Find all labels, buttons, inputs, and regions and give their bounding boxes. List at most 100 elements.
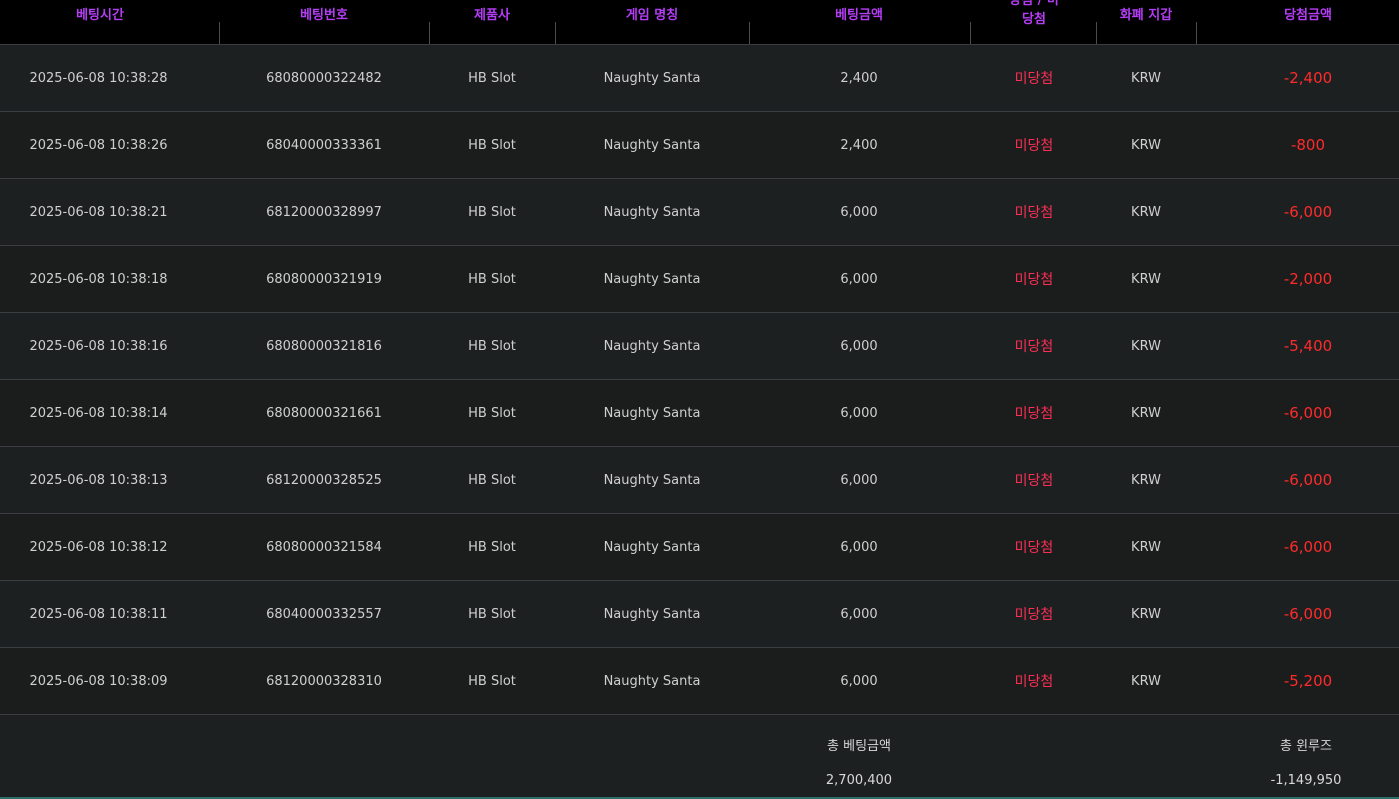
bet-id-cell: 68120000328997 [266,204,382,220]
provider-cell: HB Slot [468,606,516,622]
bet-amount-cell: 6,000 [840,673,878,689]
provider-cell: HB Slot [468,673,516,689]
win-amount-cell: -6,000 [1283,538,1333,556]
bet-id-cell: 68040000333361 [266,137,382,153]
column-header-bet-id: 베팅번호 [300,8,348,23]
game-name-cell: Naughty Santa [603,338,701,354]
bet-id-cell: 68080000322482 [266,70,382,86]
column-header-win-lose: 당첨 / 미당첨 [986,0,1082,44]
header-divider [555,22,556,44]
table-row: 2025-06-08 10:38:16 68080000321816 HB Slot… [0,313,1399,380]
bet-id-cell: 68040000332557 [266,606,382,622]
result-cell: 미당첨 [1014,674,1054,690]
bet-time-cell: 2025-06-08 10:38:11 [29,606,168,622]
result-cell: 미당첨 [1014,473,1054,489]
game-name-cell: Naughty Santa [603,539,701,555]
win-amount-cell: -800 [1290,136,1326,154]
result-cell: 미당첨 [1014,205,1054,221]
table-row: 2025-06-08 10:38:14 68080000321661 HB Slot… [0,380,1399,447]
win-amount-cell: -2,400 [1283,69,1333,87]
column-header-provider: 제품사 [474,8,510,23]
bet-id-cell: 68080000321584 [266,539,382,555]
bet-history-table: 베팅시간 베팅번호 제품사 게임 명칭 베팅금액 당첨 / 미당첨 화폐 지갑 … [0,0,1399,799]
game-name-cell: Naughty Santa [603,472,701,488]
provider-cell: HB Slot [468,204,516,220]
bet-id-cell: 68080000321661 [266,405,382,421]
provider-cell: HB Slot [468,405,516,421]
header-divider [749,22,750,44]
bet-time-cell: 2025-06-08 10:38:26 [29,137,168,153]
table-row: 2025-06-08 10:38:11 68040000332557 HB Slot… [0,581,1399,648]
win-amount-cell: -6,000 [1283,605,1333,623]
column-header-currency-wallet: 화폐 지갑 [1119,8,1173,23]
table-header: 베팅시간 베팅번호 제품사 게임 명칭 베팅금액 당첨 / 미당첨 화폐 지갑 … [0,0,1399,45]
column-header-win-lose-label: 당첨 / 미당첨 [1009,0,1059,27]
total-bet-label: 총 베팅금액 [827,739,891,754]
table-row: 2025-06-08 10:38:21 68120000328997 HB Slot… [0,179,1399,246]
currency-cell: KRW [1131,673,1161,689]
header-divider [970,22,971,44]
bet-time-cell: 2025-06-08 10:38:16 [29,338,168,354]
win-amount-cell: -6,000 [1283,203,1333,221]
header-divider [1196,22,1197,44]
result-cell: 미당첨 [1014,71,1054,87]
provider-cell: HB Slot [468,70,516,86]
currency-cell: KRW [1131,271,1161,287]
bet-time-cell: 2025-06-08 10:38:14 [29,405,168,421]
result-cell: 미당첨 [1014,607,1054,623]
win-amount-cell: -2,000 [1283,270,1333,288]
currency-cell: KRW [1131,539,1161,555]
currency-cell: KRW [1131,405,1161,421]
column-header-win-amount: 당첨금액 [1284,8,1332,23]
table-row: 2025-06-08 10:38:26 68040000333361 HB Slot… [0,112,1399,179]
bet-amount-cell: 2,400 [840,137,878,153]
win-amount-cell: -5,200 [1283,672,1333,690]
game-name-cell: Naughty Santa [603,70,701,86]
currency-cell: KRW [1131,204,1161,220]
provider-cell: HB Slot [468,338,516,354]
win-amount-cell: -6,000 [1283,404,1333,422]
bet-amount-cell: 6,000 [840,204,878,220]
game-name-cell: Naughty Santa [603,606,701,622]
table-footer: 총 베팅금액 2,700,400 총 윈루즈 -1,149,950 [0,715,1399,799]
bet-amount-cell: 6,000 [840,338,878,354]
result-cell: 미당첨 [1014,406,1054,422]
total-winloss-label: 총 윈루즈 [1280,739,1332,754]
currency-cell: KRW [1131,137,1161,153]
provider-cell: HB Slot [468,539,516,555]
table-row: 2025-06-08 10:38:18 68080000321919 HB Slot… [0,246,1399,313]
header-divider [219,22,220,44]
game-name-cell: Naughty Santa [603,137,701,153]
bet-time-cell: 2025-06-08 10:38:21 [29,204,168,220]
header-divider [429,22,430,44]
bet-time-cell: 2025-06-08 10:38:13 [29,472,168,488]
result-cell: 미당첨 [1014,138,1054,154]
currency-cell: KRW [1131,472,1161,488]
bet-id-cell: 68120000328310 [266,673,382,689]
game-name-cell: Naughty Santa [603,271,701,287]
total-winloss-value: -1,149,950 [1270,773,1342,788]
bet-id-cell: 68120000328525 [266,472,382,488]
total-bet-value: 2,700,400 [825,773,893,788]
column-header-game-name: 게임 명칭 [625,8,679,23]
bet-amount-cell: 6,000 [840,539,878,555]
currency-cell: KRW [1131,338,1161,354]
game-name-cell: Naughty Santa [603,673,701,689]
bet-amount-cell: 6,000 [840,405,878,421]
table-row: 2025-06-08 10:38:28 68080000322482 HB Slot… [0,45,1399,112]
bet-time-cell: 2025-06-08 10:38:09 [29,673,168,689]
bet-amount-cell: 6,000 [840,606,878,622]
column-header-bet-time: 베팅시간 [76,8,124,23]
provider-cell: HB Slot [468,271,516,287]
table-row: 2025-06-08 10:38:12 68080000321584 HB Slot… [0,514,1399,581]
result-cell: 미당첨 [1014,339,1054,355]
bet-id-cell: 68080000321919 [266,271,382,287]
provider-cell: HB Slot [468,137,516,153]
bet-amount-cell: 6,000 [840,271,878,287]
table-row: 2025-06-08 10:38:13 68120000328525 HB Slot… [0,447,1399,514]
bet-time-cell: 2025-06-08 10:38:12 [29,539,168,555]
game-name-cell: Naughty Santa [603,405,701,421]
bet-amount-cell: 6,000 [840,472,878,488]
bet-time-cell: 2025-06-08 10:38:28 [29,70,168,86]
bet-time-cell: 2025-06-08 10:38:18 [29,271,168,287]
